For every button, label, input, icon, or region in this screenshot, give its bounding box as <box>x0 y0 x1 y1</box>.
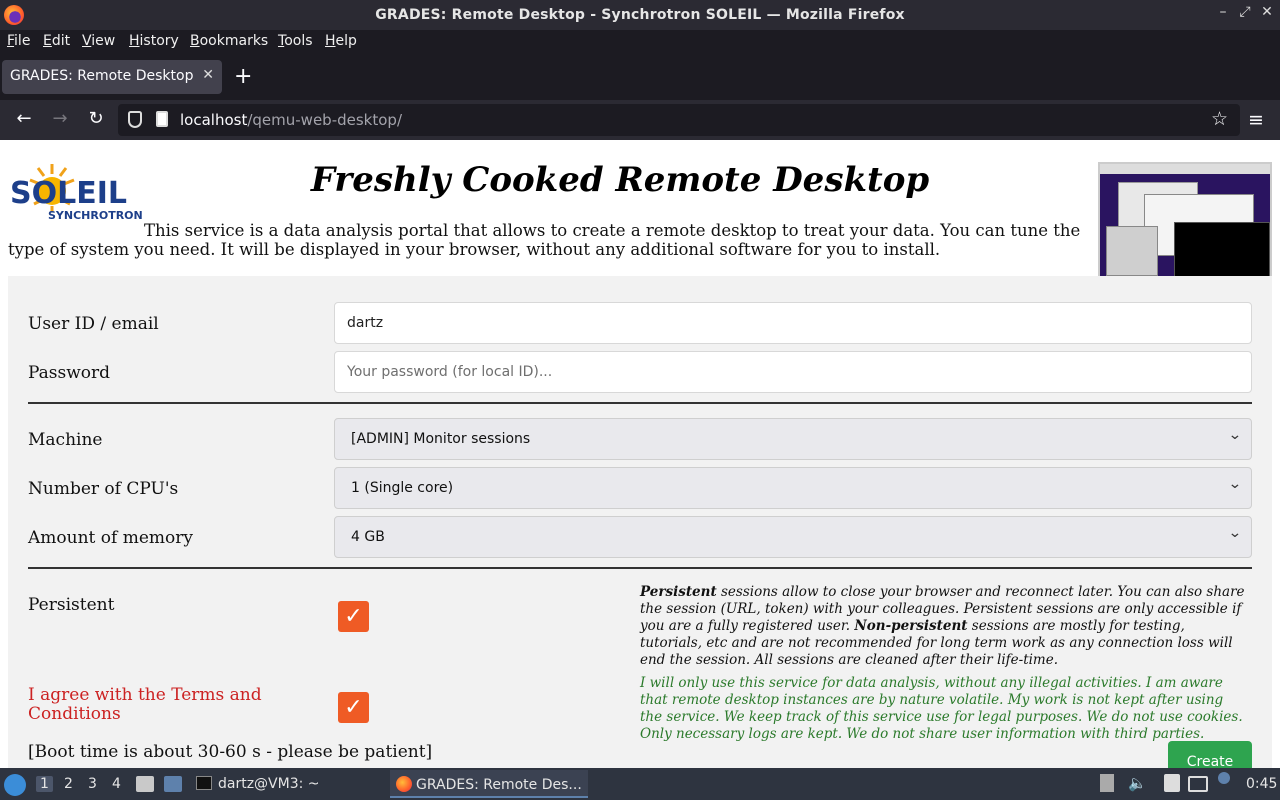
workspace-1[interactable]: 1 <box>36 776 53 792</box>
maximize-button[interactable]: ⤢ <box>1236 4 1254 20</box>
page-heading: Freshly Cooked Remote Desktop <box>310 160 930 200</box>
web-page: SOLEIL SYNCHROTRON Freshly Cooked Remote… <box>0 140 1280 768</box>
chevron-down-icon: ⌄ <box>1228 476 1243 492</box>
network-icon[interactable] <box>1188 776 1208 792</box>
menu-view[interactable]: View <box>82 33 115 49</box>
workspace-2[interactable]: 2 <box>64 776 73 792</box>
url-path: /qemu-web-desktop/ <box>247 111 402 129</box>
tab-close-icon[interactable]: ✕ <box>202 67 214 83</box>
site-info-icon[interactable] <box>156 111 168 127</box>
divider <box>28 402 1252 404</box>
workspace-4[interactable]: 4 <box>112 776 121 792</box>
reload-button[interactable]: ↻ <box>84 108 108 129</box>
non-persistent-bold: Non-persistent <box>854 618 968 634</box>
cpu-label: Number of CPU's <box>28 479 179 499</box>
menu-help[interactable]: Help <box>325 33 357 49</box>
session-form: User ID / email dartz Password Your pass… <box>8 276 1272 768</box>
notification-icon[interactable] <box>1218 772 1230 784</box>
url-host: localhost <box>180 111 248 129</box>
password-input[interactable]: Your password (for local ID)... <box>334 351 1252 393</box>
terms-label-line-2: Conditions <box>28 704 121 724</box>
firefox-icon <box>396 776 412 792</box>
machine-label: Machine <box>28 430 103 450</box>
terminal-icon <box>196 776 212 790</box>
persistent-info-note: Persistent sessions allow to close your … <box>640 584 1248 669</box>
menu-bar: File Edit View History Bookmarks Tools H… <box>0 30 1280 54</box>
new-tab-button[interactable]: + <box>234 64 252 89</box>
boot-time-note: [Boot time is about 30-60 s - please be … <box>28 742 433 762</box>
legal-note: I will only use this service for data an… <box>640 675 1243 742</box>
terms-checkbox[interactable]: ✓ <box>338 692 369 723</box>
user-id-label: User ID / email <box>28 314 159 334</box>
menu-history[interactable]: History <box>129 33 179 49</box>
menu-bookmarks[interactable]: Bookmarks <box>190 33 268 49</box>
user-id-input[interactable]: dartz <box>334 302 1252 344</box>
file-manager-icon[interactable] <box>136 776 154 792</box>
bookmark-star-icon[interactable]: ☆ <box>1211 108 1228 130</box>
persistent-label: Persistent <box>28 595 115 615</box>
menu-tools[interactable]: Tools <box>278 33 313 49</box>
memory-label: Amount of memory <box>28 528 193 548</box>
terms-label-line-1: I agree with the Terms and <box>28 685 262 705</box>
close-window-button[interactable]: ✕ <box>1258 4 1276 20</box>
cpu-select[interactable]: 1 (Single core) ⌄ <box>334 467 1252 509</box>
terms-label[interactable]: I agree with the Terms and Conditions <box>28 686 262 724</box>
taskbar-terminal-label: dartz@VM3: ~ <box>218 776 320 792</box>
create-button[interactable]: Create <box>1168 741 1252 768</box>
volume-icon[interactable]: 🔈 <box>1128 774 1147 792</box>
navigation-bar: ← → ↻ localhost/qemu-web-desktop/ ☆ ≡ <box>0 100 1280 140</box>
chevron-down-icon: ⌄ <box>1228 427 1243 443</box>
cpu-select-value: 1 (Single core) <box>351 480 454 496</box>
show-desktop-icon[interactable] <box>164 776 182 792</box>
divider <box>28 567 1252 569</box>
window-title: GRADES: Remote Desktop - Synchrotron SOL… <box>375 7 905 23</box>
memory-select[interactable]: 4 GB ⌄ <box>334 516 1252 558</box>
intro-text: This service is a data analysis portal t… <box>8 221 1081 259</box>
machine-select[interactable]: [ADMIN] Monitor sessions ⌄ <box>334 418 1252 460</box>
url-text[interactable]: localhost/qemu-web-desktop/ <box>180 111 402 129</box>
forward-button[interactable]: → <box>48 108 72 129</box>
taskbar: 1 2 3 4 dartz@VM3: ~ GRADES: Remote Des.… <box>0 768 1280 800</box>
tracking-protection-shield-icon[interactable] <box>128 111 142 128</box>
password-label: Password <box>28 363 111 383</box>
memory-select-value: 4 GB <box>351 529 385 545</box>
machine-select-value: [ADMIN] Monitor sessions <box>351 431 531 447</box>
desktop-preview-image <box>1098 162 1272 286</box>
menu-file[interactable]: File <box>7 33 30 49</box>
taskbar-firefox[interactable]: GRADES: Remote Des... <box>390 770 588 798</box>
tab-grades-remote-desktop[interactable]: GRADES: Remote Desktop - Synchrotron SOL… <box>2 60 222 94</box>
minimize-button[interactable]: – <box>1214 4 1232 20</box>
chevron-down-icon: ⌄ <box>1228 525 1243 541</box>
start-menu-icon[interactable] <box>4 774 26 796</box>
keyboard-layout-icon[interactable] <box>1100 774 1114 792</box>
taskbar-firefox-label: GRADES: Remote Des... <box>416 777 582 793</box>
persistent-checkbox[interactable]: ✓ <box>338 601 369 632</box>
taskbar-terminal[interactable]: dartz@VM3: ~ <box>190 770 326 798</box>
clock: 0:45 <box>1246 776 1278 792</box>
tab-bar: GRADES: Remote Desktop - Synchrotron SOL… <box>0 54 1280 100</box>
window-titlebar: GRADES: Remote Desktop - Synchrotron SOL… <box>0 0 1280 30</box>
workspace-3[interactable]: 3 <box>88 776 97 792</box>
app-menu-button[interactable]: ≡ <box>1248 109 1264 131</box>
back-button[interactable]: ← <box>12 108 36 129</box>
menu-edit[interactable]: Edit <box>43 33 70 49</box>
clipboard-icon[interactable] <box>1164 774 1180 792</box>
persistent-bold: Persistent <box>640 584 717 600</box>
tab-label: GRADES: Remote Desktop - Synchrotron SOL… <box>10 68 196 84</box>
url-bar[interactable]: localhost/qemu-web-desktop/ ☆ <box>118 104 1240 136</box>
